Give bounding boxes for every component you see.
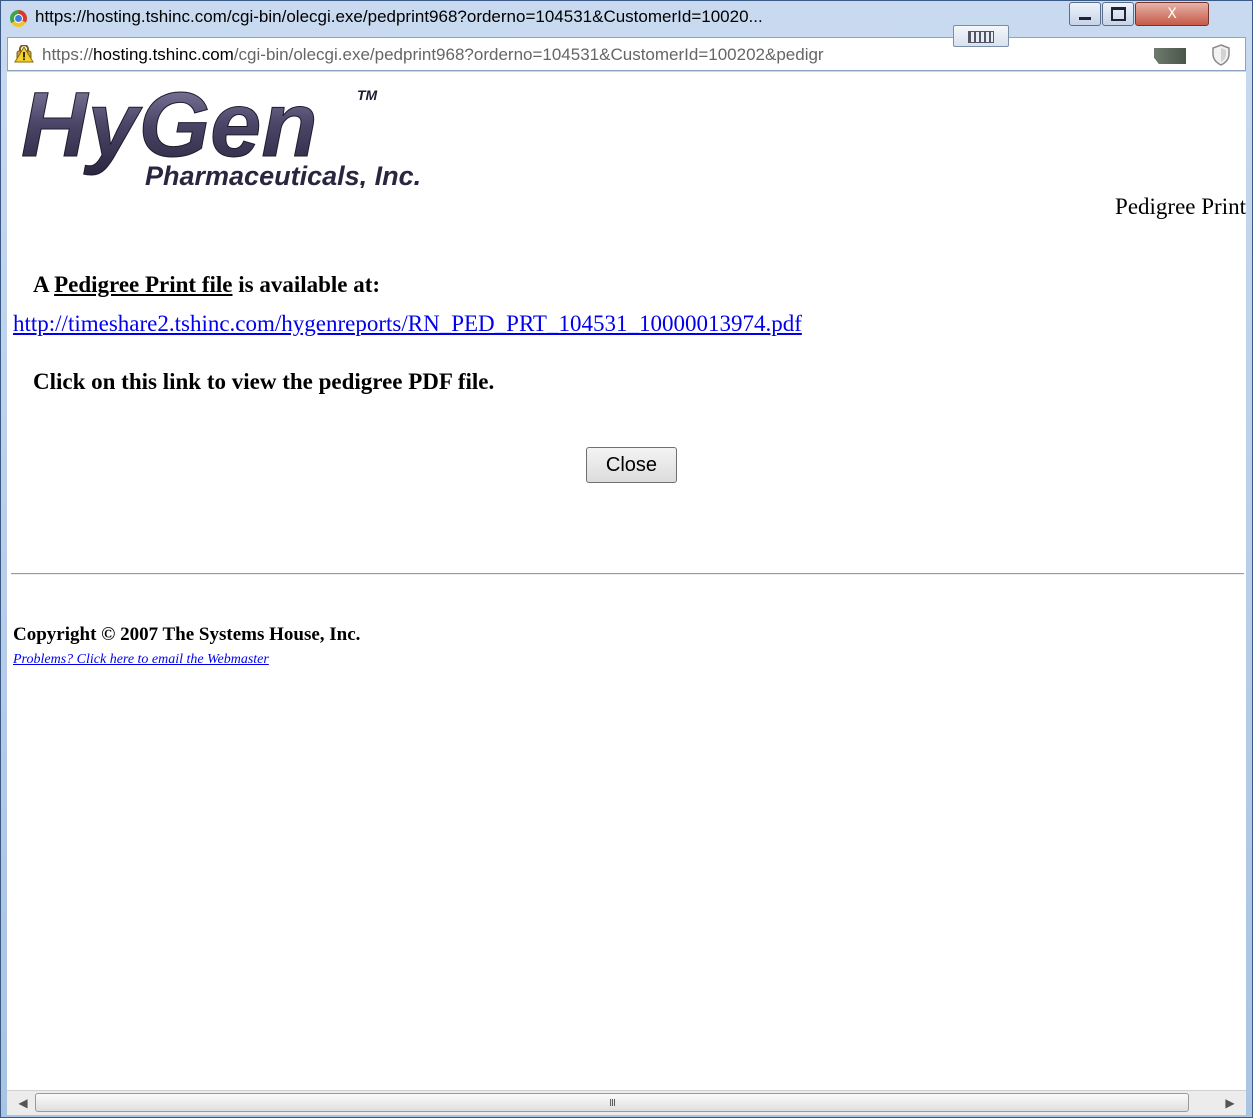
maximize-icon: [1110, 7, 1126, 21]
instruction-text: Click on this link to view the pedigree …: [33, 369, 495, 394]
horizontal-scrollbar[interactable]: ◀ III ▶: [7, 1090, 1246, 1115]
url-field[interactable]: https://hosting.tshinc.com/cgi-bin/olecg…: [42, 45, 1152, 65]
logo-trademark: TM: [357, 87, 378, 103]
scroll-left-arrow-icon[interactable]: ◀: [15, 1095, 31, 1111]
chrome-icon: [10, 10, 27, 27]
page-heading: Pedigree Print: [1115, 194, 1246, 219]
address-bar[interactable]: https://hosting.tshinc.com/cgi-bin/olecg…: [7, 37, 1246, 71]
page-content: HyGen TM Pharmaceuticals, Inc. Pedigree …: [7, 72, 1246, 1090]
browser-window: https://hosting.tshinc.com/cgi-bin/olecg…: [0, 0, 1253, 1118]
extension-icon[interactable]: [1154, 48, 1186, 64]
shield-icon[interactable]: [1211, 44, 1231, 66]
close-window-button[interactable]: X: [1135, 2, 1209, 26]
message-suffix: is available at:: [232, 272, 381, 297]
divider: [11, 573, 1244, 575]
logo-subtitle: Pharmaceuticals, Inc.: [145, 161, 421, 188]
window-title: https://hosting.tshinc.com/cgi-bin/olecg…: [35, 7, 763, 26]
scrollbar-grip: III: [609, 1098, 616, 1109]
url-host: hosting.tshinc.com: [93, 45, 234, 64]
minimize-button[interactable]: [1069, 2, 1101, 26]
title-bar[interactable]: https://hosting.tshinc.com/cgi-bin/olecg…: [1, 1, 1252, 47]
close-button[interactable]: Close: [586, 447, 677, 483]
minimize-icon: [1079, 16, 1091, 20]
maximize-button[interactable]: [1102, 2, 1134, 26]
window-controls: X: [1069, 2, 1210, 26]
close-icon: X: [1167, 6, 1177, 22]
tab-thumbnail-icon: [953, 25, 1009, 47]
copyright-text: Copyright © 2007 The Systems House, Inc.: [13, 624, 361, 645]
hygen-logo: HyGen TM Pharmaceuticals, Inc.: [21, 78, 422, 188]
warning-lock-icon[interactable]: [14, 45, 34, 63]
url-scheme: https://: [42, 45, 94, 64]
message-prefix: A: [33, 272, 55, 297]
scroll-right-arrow-icon[interactable]: ▶: [1222, 1095, 1238, 1111]
scrollbar-thumb[interactable]: III: [35, 1093, 1189, 1112]
url-path: /cgi-bin/olecgi.exe/pedprint968?orderno=…: [233, 45, 824, 64]
webmaster-email-link[interactable]: Problems? Click here to email the Webmas…: [13, 652, 269, 668]
pedigree-print-file-label: Pedigree Print file: [54, 272, 233, 297]
availability-message: A Pedigree Print file is available at:: [33, 272, 380, 298]
pdf-link[interactable]: http://timeshare2.tshinc.com/hygenreport…: [13, 311, 802, 337]
